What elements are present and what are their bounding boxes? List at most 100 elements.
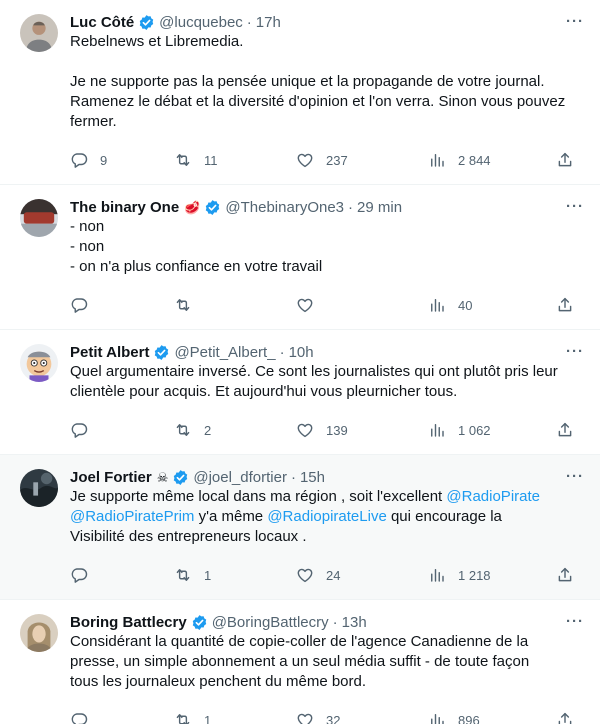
verified-badge-icon <box>192 614 206 630</box>
avatar-column <box>20 197 70 329</box>
share-button[interactable] <box>556 566 574 584</box>
like-icon <box>296 296 314 314</box>
like-button[interactable] <box>296 296 428 314</box>
views-button[interactable]: 40 <box>428 296 556 314</box>
views-button[interactable]: 1 218 <box>428 566 556 584</box>
user-handle[interactable]: @ThebinaryOne3 <box>225 199 344 216</box>
text-segment: Rebelnews et Libremedia. <box>70 33 244 50</box>
tweet[interactable]: Boring Battlecry @BoringBattlecry · 13h Cons… <box>0 600 600 724</box>
user-handle[interactable]: @BoringBattlecry <box>212 614 329 631</box>
views-button[interactable]: 1 062 <box>428 421 556 439</box>
user-handle[interactable]: @Petit_Albert_ <box>174 344 275 361</box>
tweet-text: Considérant la quantité de copie-coller … <box>70 632 584 692</box>
likes-count: 24 <box>326 567 341 583</box>
views-button[interactable]: 2 844 <box>428 151 556 169</box>
display-name[interactable]: Luc Côté <box>70 14 134 31</box>
timestamp[interactable]: 13h <box>342 614 367 631</box>
share-icon <box>556 296 574 314</box>
timestamp[interactable]: 15h <box>300 469 325 486</box>
tweet-header: Boring Battlecry @BoringBattlecry · 13h <box>70 612 584 632</box>
separator-dot: · <box>246 13 252 31</box>
share-button[interactable] <box>556 711 574 724</box>
text-line: Quel argumentaire inversé. Ce sont les j… <box>70 362 570 382</box>
like-button[interactable]: 24 <box>296 566 428 584</box>
text-line: - non <box>70 237 570 257</box>
text-line: Je supporte même local dans ma région , … <box>70 487 570 507</box>
reply-button[interactable] <box>70 711 174 724</box>
share-button[interactable] <box>556 151 574 169</box>
reply-button[interactable] <box>70 296 174 314</box>
retweets-count: 2 <box>204 422 212 438</box>
avatar[interactable] <box>20 614 58 652</box>
tweet-body: Petit Albert @Petit_Albert_ · 10h Quel argum… <box>70 342 584 454</box>
more-icon[interactable]: ··· <box>566 469 584 484</box>
text-line: @RadioPiratePrim y'a même @RadiopirateLi… <box>70 507 570 527</box>
views-count: 896 <box>458 712 480 724</box>
tweet-body: Luc Côté @lucquebec · 17h Rebelnews et Libre… <box>70 12 584 184</box>
likes-count: 237 <box>326 152 348 168</box>
like-button[interactable]: 32 <box>296 711 428 724</box>
avatar[interactable] <box>20 14 58 52</box>
avatar[interactable] <box>20 469 58 507</box>
reply-icon <box>70 711 88 724</box>
tweet[interactable]: Joel Fortier ☠ @joel_dfortier · 15h Je suppor… <box>0 455 600 600</box>
retweet-icon <box>174 151 192 169</box>
retweet-button[interactable]: 2 <box>174 421 296 439</box>
separator-dot: · <box>348 198 354 216</box>
views-icon <box>428 711 446 724</box>
reply-button[interactable] <box>70 566 174 584</box>
views-count: 2 844 <box>458 152 491 168</box>
tweet[interactable]: Petit Albert @Petit_Albert_ · 10h Quel argum… <box>0 330 600 455</box>
tweet[interactable]: Luc Côté @lucquebec · 17h Rebelnews et Libre… <box>0 0 600 185</box>
retweet-button[interactable]: 1 <box>174 566 296 584</box>
mention-link[interactable]: @RadiopirateLive <box>267 508 386 525</box>
avatar[interactable] <box>20 199 58 237</box>
like-icon <box>296 711 314 724</box>
more-icon[interactable]: ··· <box>566 199 584 214</box>
action-bar: 9 11 237 2 844 <box>70 140 584 180</box>
mention-link[interactable]: @RadioPirate <box>446 488 540 505</box>
text-segment: Quel argumentaire inversé. Ce sont les j… <box>70 363 558 380</box>
verified-badge-icon <box>174 469 188 485</box>
display-name[interactable]: The binary One <box>70 199 179 216</box>
likes-count: 139 <box>326 422 348 438</box>
text-segment: Je supporte même local dans ma région , … <box>70 488 447 505</box>
views-icon <box>428 421 446 439</box>
timestamp[interactable]: 10h <box>289 344 314 361</box>
retweet-button[interactable]: 1 <box>174 711 296 724</box>
display-name[interactable]: Petit Albert <box>70 344 149 361</box>
reply-button[interactable] <box>70 421 174 439</box>
verified-badge-icon <box>139 14 154 30</box>
avatar[interactable] <box>20 344 58 382</box>
text-segment: Visibilité des entrepreneurs locaux . <box>70 528 307 545</box>
like-icon <box>296 566 314 584</box>
text-segment: Je ne supporte pas la pensée unique et l… <box>70 73 545 90</box>
retweet-button[interactable]: 11 <box>174 151 296 169</box>
more-icon[interactable]: ··· <box>566 344 584 359</box>
timestamp[interactable]: 29 min <box>357 199 402 216</box>
tweet[interactable]: The binary One 🥩 @ThebinaryOne3 · 29 min - no… <box>0 185 600 330</box>
retweet-button[interactable] <box>174 296 296 314</box>
timestamp[interactable]: 17h <box>256 14 281 31</box>
retweet-icon <box>174 421 192 439</box>
views-button[interactable]: 896 <box>428 711 556 724</box>
user-handle[interactable]: @lucquebec <box>159 14 243 31</box>
user-handle[interactable]: @joel_dfortier <box>193 469 287 486</box>
reply-button[interactable]: 9 <box>70 151 174 169</box>
share-button[interactable] <box>556 296 574 314</box>
text-line: fermer. <box>70 112 570 132</box>
share-button[interactable] <box>556 421 574 439</box>
tweet-header: The binary One 🥩 @ThebinaryOne3 · 29 min <box>70 197 584 217</box>
tweet-text: Rebelnews et Libremedia. Je ne supporte p… <box>70 32 584 132</box>
more-icon[interactable]: ··· <box>566 614 584 629</box>
like-button[interactable]: 237 <box>296 151 428 169</box>
tweet-header: Joel Fortier ☠ @joel_dfortier · 15h <box>70 467 584 487</box>
tweet-text: Je supporte même local dans ma région , … <box>70 487 584 547</box>
display-name[interactable]: Joel Fortier <box>70 469 152 486</box>
views-count: 40 <box>458 297 473 313</box>
more-icon[interactable]: ··· <box>566 14 584 29</box>
display-name[interactable]: Boring Battlecry <box>70 614 187 631</box>
name-emoji: ☠ <box>156 469 169 485</box>
mention-link[interactable]: @RadioPiratePrim <box>70 508 194 525</box>
like-button[interactable]: 139 <box>296 421 428 439</box>
